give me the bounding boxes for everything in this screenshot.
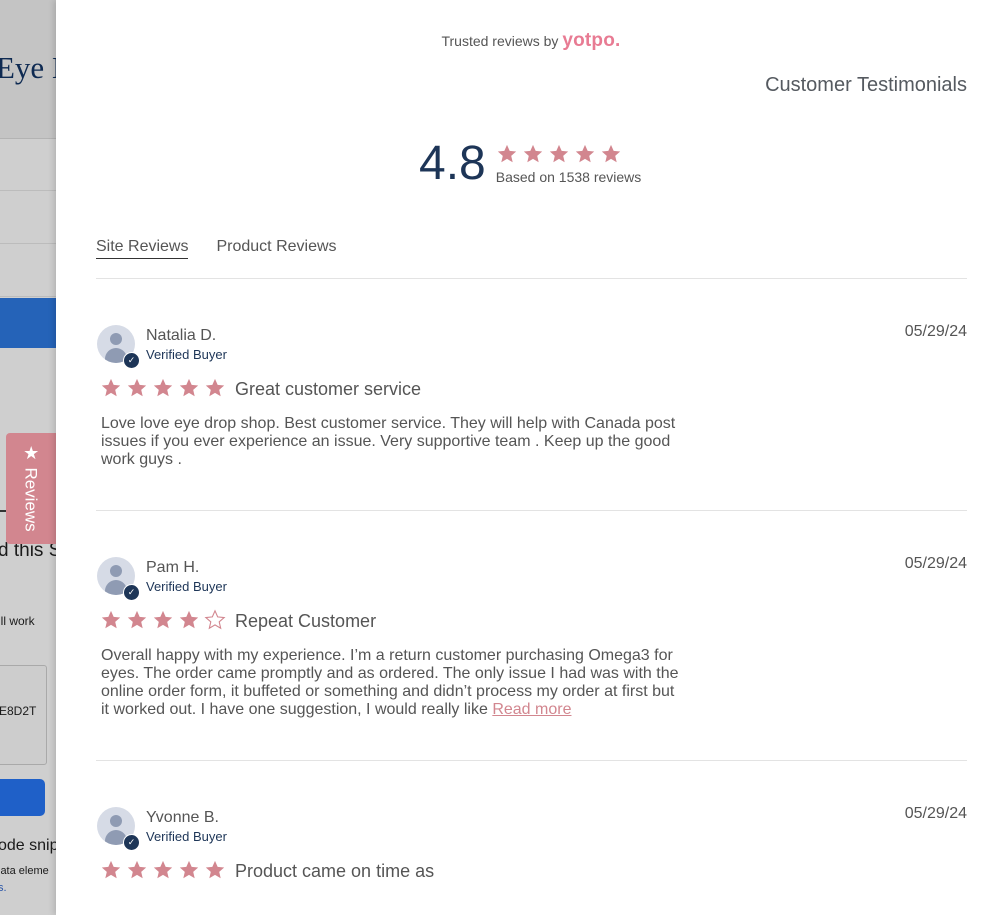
review-title: Repeat Customer (235, 611, 377, 631)
reviews-tab-label: Reviews (22, 467, 42, 532)
star-filled-icon (153, 860, 173, 879)
star-filled-icon (101, 610, 121, 629)
background-row (0, 138, 56, 191)
star-filled-icon (205, 378, 225, 397)
background-blue-button (0, 779, 45, 816)
verified-check-icon: ✓ (123, 352, 140, 369)
read-more-link[interactable]: Read more (492, 701, 571, 718)
reviewer-name: Pam H. (146, 559, 200, 576)
review-date: 05/29/24 (904, 555, 967, 572)
tab-site-reviews[interactable]: Site Reviews (96, 238, 189, 259)
star-filled-icon (549, 144, 568, 163)
review-divider (96, 760, 967, 761)
background-row (0, 191, 56, 244)
background-title: Eye D (0, 50, 56, 85)
star-filled-icon (127, 860, 147, 879)
review-stars (100, 609, 226, 631)
review-stars (100, 859, 226, 881)
star-empty-icon (204, 609, 226, 630)
star-filled-icon (179, 610, 199, 629)
star-filled-icon (179, 860, 199, 879)
star-filled-icon (497, 144, 516, 163)
star-filled-icon (601, 144, 620, 163)
reviews-tab-button[interactable]: ★ Reviews (6, 433, 56, 544)
star-filled-icon (523, 144, 542, 163)
star-filled-icon (179, 378, 199, 397)
background-text: E8D2T (0, 704, 37, 718)
star-filled-icon (101, 378, 121, 397)
background-text: ode snipp (0, 837, 56, 854)
star-filled-icon (101, 860, 121, 879)
review-stars (100, 377, 226, 399)
background-button (0, 298, 56, 348)
reviewer-name: Natalia D. (146, 327, 217, 344)
star-filled-icon (575, 144, 594, 163)
verified-buyer-label: Verified Buyer (146, 579, 227, 594)
review-body-text: Love love eye drop shop. Best customer s… (101, 415, 676, 468)
review-tabs: Site Reviews Product Reviews (96, 238, 337, 259)
review-title: Great customer service (235, 379, 422, 399)
background-text: s. (0, 882, 7, 894)
review-date: 05/29/24 (904, 323, 967, 340)
average-rating: 4.8 (419, 137, 486, 190)
background-text: ill work (0, 614, 35, 628)
star-filled-icon (127, 378, 147, 397)
background-row (0, 244, 56, 297)
verified-check-icon: ✓ (123, 834, 140, 851)
trusted-prefix: Trusted reviews by (441, 33, 559, 49)
review-date: 05/29/24 (904, 805, 967, 822)
review-body: Love love eye drop shop. Best customer s… (101, 415, 686, 469)
review-item: ✓ Yvonne B. Verified Buyer 05/29/24 Prod… (96, 805, 967, 915)
star-filled-icon (127, 610, 147, 629)
background-code-box: E8D2T (0, 665, 47, 765)
tab-product-reviews[interactable]: Product Reviews (216, 238, 336, 259)
review-body-text: Overall happy with my experience. I’m a … (101, 647, 679, 718)
verified-buyer-label: Verified Buyer (146, 829, 227, 844)
trusted-reviews-line: Trusted reviews by yotpo. (56, 30, 1006, 52)
reviews-modal: Trusted reviews by yotpo. Customer Testi… (56, 0, 1006, 915)
review-item: ✓ Pam H. Verified Buyer 05/29/24 Repeat … (96, 555, 967, 737)
star-filled-icon (153, 378, 173, 397)
verified-buyer-label: Verified Buyer (146, 347, 227, 362)
verified-check-icon: ✓ (123, 584, 140, 601)
review-title: Product came on time as (235, 861, 435, 881)
star-filled-icon (205, 860, 225, 879)
review-divider (96, 510, 967, 511)
rating-summary: 4.8 Based on 1538 reviews (419, 140, 641, 188)
background-header: Eye D (0, 0, 56, 139)
section-title: Customer Testimonials (765, 74, 967, 96)
average-stars (496, 143, 642, 165)
star-icon: ★ (22, 442, 40, 463)
tabs-divider (96, 278, 967, 279)
review-body: Overall happy with my experience. I’m a … (101, 647, 686, 719)
review-item: ✓ Natalia D. Verified Buyer 05/29/24 Gre… (96, 323, 967, 495)
reviewer-name: Yvonne B. (146, 809, 219, 826)
yotpo-logo[interactable]: yotpo. (562, 30, 620, 51)
background-text: lata eleme (0, 865, 49, 877)
star-filled-icon (153, 610, 173, 629)
based-on-count: Based on 1538 reviews (495, 169, 642, 185)
